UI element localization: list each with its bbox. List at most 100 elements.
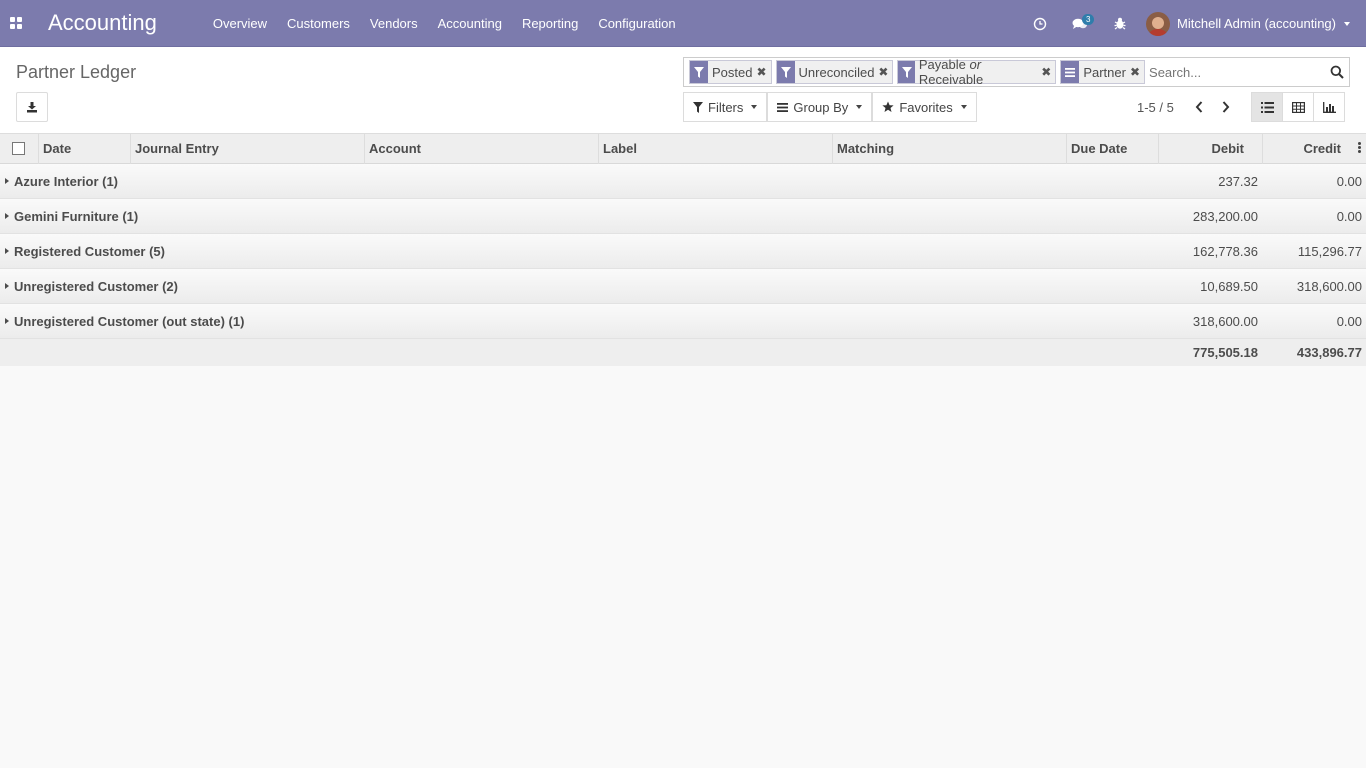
download-icon [27,102,37,113]
apps-menu-button[interactable] [0,0,32,47]
search-button[interactable] [1325,58,1349,86]
search-input[interactable] [1149,60,1326,84]
column-debit[interactable]: Debit [1159,134,1263,164]
caret-down-icon [1344,21,1350,26]
facet-value: Posted [712,64,753,80]
group-name-cell: Unregistered Customer (2) [0,279,1158,294]
menu-reporting[interactable]: Reporting [512,0,588,47]
filters-label: Filters [708,99,744,115]
caret-right-icon [5,248,9,254]
list-icon [1260,101,1274,113]
chevron-right-icon [1223,101,1230,113]
facet-value: Unreconciled [798,64,875,80]
group-name-cell: Unregistered Customer (out state) (1) [0,314,1158,329]
user-menu[interactable]: Mitchell Admin (accounting) [1140,0,1366,47]
view-switcher [1251,92,1345,122]
group-name-cell: Azure Interior (1) [0,174,1158,189]
filter-funnel-icon [898,61,915,83]
caret-down-icon [751,105,758,109]
debug-button[interactable] [1100,0,1140,47]
select-all-checkbox[interactable] [12,142,25,155]
group-row-unregistered-customer[interactable]: Unregistered Customer (2) 10,689.50 318,… [0,269,1366,304]
group-name: Gemini Furniture (1) [14,208,139,224]
group-name-cell: Gemini Furniture (1) [0,209,1158,224]
caret-right-icon [5,283,9,289]
group-credit: 318,600.00 [1296,278,1362,294]
messages-button[interactable]: 3 [1060,0,1100,47]
pivot-view-button[interactable] [1282,92,1314,122]
pager-value[interactable]: 1-5 / 5 [1137,100,1174,115]
pager-next-button[interactable] [1213,92,1240,122]
bar-chart-icon [1322,101,1336,113]
star-icon [882,101,894,113]
column-due-date[interactable]: Due Date [1067,134,1159,164]
apps-grid-icon [10,17,22,29]
search-facet-payable-receivable[interactable]: Payable or Receivable ✖ [897,57,1057,87]
group-name: Azure Interior (1) [14,173,119,189]
group-debit: 283,200.00 [1192,208,1258,224]
facet-value: Payable or Receivable [915,57,1041,87]
user-avatar [1146,11,1171,36]
caret-down-icon [960,105,967,109]
search-facet-unreconciled[interactable]: Unreconciled ✖ [775,60,894,84]
column-credit[interactable]: Credit [1263,134,1366,164]
caret-right-icon [5,213,9,219]
caret-right-icon [5,318,9,324]
optional-columns-icon[interactable] [1358,142,1361,154]
menu-customers[interactable]: Customers [277,0,360,47]
facet-remove-icon[interactable]: ✖ [1041,65,1055,79]
group-by-dropdown-button[interactable]: Group By [767,92,873,122]
group-credit: 115,296.77 [1297,243,1362,259]
column-matching[interactable]: Matching [833,134,1067,164]
facet-value: Partner [1083,64,1126,80]
column-account[interactable]: Account [365,134,599,164]
group-debit: 10,689.50 [1200,278,1258,294]
menu-configuration[interactable]: Configuration [588,0,685,47]
group-debit: 237.32 [1218,173,1258,189]
group-row-gemini-furniture[interactable]: Gemini Furniture (1) 283,200.00 0.00 [0,199,1366,234]
clock-icon [1033,17,1047,30]
bug-icon [1114,17,1126,30]
select-all-cell [0,134,39,164]
navbar-systray: 3 Mitchell Admin (accounting) [1020,0,1366,47]
group-name: Registered Customer (5) [14,243,165,259]
activity-clock-button[interactable] [1020,0,1060,47]
group-row-unregistered-customer-out-state[interactable]: Unregistered Customer (out state) (1) 31… [0,304,1366,339]
facet-conjunction: or [969,57,982,72]
column-label[interactable]: Label [599,134,833,164]
group-row-azure-interior[interactable]: Azure Interior (1) 237.32 0.00 [0,164,1366,199]
list-view-button[interactable] [1251,92,1283,122]
chevron-left-icon [1196,101,1203,113]
menu-accounting[interactable]: Accounting [428,0,512,47]
column-date[interactable]: Date [39,134,131,164]
group-name-cell: Registered Customer (5) [0,244,1158,259]
group-name: Unregistered Customer (out state) (1) [14,313,245,329]
group-row-registered-customer[interactable]: Registered Customer (5) 162,778.36 115,2… [0,234,1366,269]
search-facet-groupby-partner[interactable]: Partner ✖ [1060,60,1146,84]
caret-down-icon [856,105,863,109]
caret-right-icon [5,178,9,184]
main-menu: Overview Customers Vendors Accounting Re… [203,0,686,47]
column-credit-label: Credit [1303,141,1341,156]
menu-overview[interactable]: Overview [203,0,277,47]
graph-view-button[interactable] [1313,92,1345,122]
download-xlsx-button[interactable] [16,92,48,122]
group-debit: 162,778.36 [1192,243,1258,259]
total-credit: 433,896.77 [1296,345,1362,360]
search-facet-posted[interactable]: Posted ✖ [689,60,772,84]
control-panel: Partner Ledger Posted ✖ Unreconciled ✖ P… [0,47,1366,134]
facet-remove-icon[interactable]: ✖ [756,65,770,79]
menu-vendors[interactable]: Vendors [360,0,428,47]
favorites-dropdown-button[interactable]: Favorites [872,92,977,122]
facet-remove-icon[interactable]: ✖ [1130,65,1144,79]
filters-dropdown-button[interactable]: Filters [683,92,768,122]
group-by-bars-icon [777,102,789,112]
pager-previous-button[interactable] [1186,92,1213,122]
group-credit: 0.00 [1336,208,1362,224]
messages-count-badge: 3 [1082,14,1095,25]
facet-value-b: Receivable [918,72,984,87]
facet-remove-icon[interactable]: ✖ [878,65,892,79]
column-journal-entry[interactable]: Journal Entry [131,134,365,164]
filter-funnel-icon [690,61,708,83]
app-title[interactable]: Accounting [48,10,157,36]
